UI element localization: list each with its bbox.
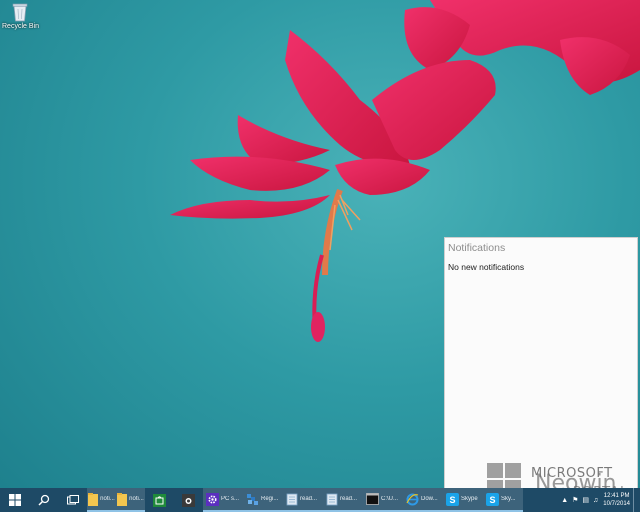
search-icon <box>37 494 49 506</box>
show-desktop-button[interactable] <box>633 488 638 512</box>
camera-icon <box>182 493 195 507</box>
no-notifications-message: No new notifications <box>448 262 525 272</box>
volume-icon[interactable]: ♫ <box>593 497 598 504</box>
task-view-button[interactable] <box>58 488 87 512</box>
svg-text:S: S <box>489 495 495 505</box>
search-button[interactable] <box>29 488 58 512</box>
skype-icon: S <box>446 492 459 506</box>
settings-icon <box>206 492 219 506</box>
start-button[interactable] <box>0 488 29 512</box>
task-view-icon <box>66 495 79 505</box>
notepad-icon <box>326 493 338 505</box>
clock[interactable]: 12:41 PM 10/7/2014 <box>603 492 630 508</box>
recycle-bin-shortcut[interactable]: Recycle Bin <box>2 2 39 30</box>
notification-panel-title: Notifications <box>448 242 506 254</box>
taskbar-app-internet-explorer[interactable]: Dow... <box>403 488 443 512</box>
taskbar-app-label: read... <box>300 496 318 502</box>
taskbar-app-notepad[interactable]: read... <box>283 488 323 512</box>
taskbar-app-explorer[interactable]: noti... <box>116 488 145 512</box>
taskbar-app-label: Sky... <box>501 496 516 502</box>
clock-date: 10/7/2014 <box>603 501 630 507</box>
folder-icon <box>117 492 128 506</box>
network-icon[interactable]: ▤ <box>582 496 589 504</box>
taskbar-app-label: read... <box>340 496 358 502</box>
clock-time: 12:41 PM <box>603 493 630 499</box>
taskbar-app-explorer[interactable]: noti... <box>87 488 116 512</box>
notepad-icon <box>286 493 298 505</box>
system-tray: ▲ ⚑ ▤ ♫ 12:41 PM 10/7/2014 <box>559 488 640 512</box>
skype-icon: S <box>486 492 499 506</box>
taskbar-app-label: C:\U... <box>381 496 399 502</box>
taskbar-app-pc-settings[interactable]: PC s... <box>203 488 243 512</box>
taskbar-app-label: Skype <box>461 496 478 502</box>
taskbar: noti... noti... PC s... Regi... read... … <box>0 488 640 512</box>
taskbar-app-label: Dow... <box>421 496 438 502</box>
internet-explorer-icon <box>406 493 419 505</box>
command-prompt-icon <box>366 493 379 505</box>
taskbar-app-registry-editor[interactable]: Regi... <box>243 488 283 512</box>
recycle-bin-label: Recycle Bin <box>2 23 39 30</box>
registry-icon <box>247 493 258 505</box>
chevron-up-icon[interactable]: ▲ <box>561 497 568 504</box>
taskbar-app-camera[interactable] <box>174 488 203 512</box>
taskbar-app-label: noti... <box>100 496 115 502</box>
recycle-bin-icon <box>12 3 28 22</box>
taskbar-app-store[interactable] <box>145 488 174 512</box>
notification-center-panel: Notifications No new notifications <box>444 237 638 489</box>
flag-icon[interactable]: ⚑ <box>572 496 578 504</box>
taskbar-app-label: noti... <box>129 496 144 502</box>
taskbar-app-label: PC s... <box>221 496 240 502</box>
taskbar-app-command-prompt[interactable]: C:\U... <box>363 488 403 512</box>
windows-logo-icon <box>8 494 21 506</box>
folder-icon <box>88 492 99 506</box>
svg-text:S: S <box>449 495 455 505</box>
taskbar-app-notepad[interactable]: read... <box>323 488 363 512</box>
store-icon <box>153 493 166 507</box>
taskbar-app-skype[interactable]: S Sky... <box>483 488 523 512</box>
taskbar-app-label: Regi... <box>261 496 279 502</box>
taskbar-app-skype[interactable]: S Skype <box>443 488 483 512</box>
